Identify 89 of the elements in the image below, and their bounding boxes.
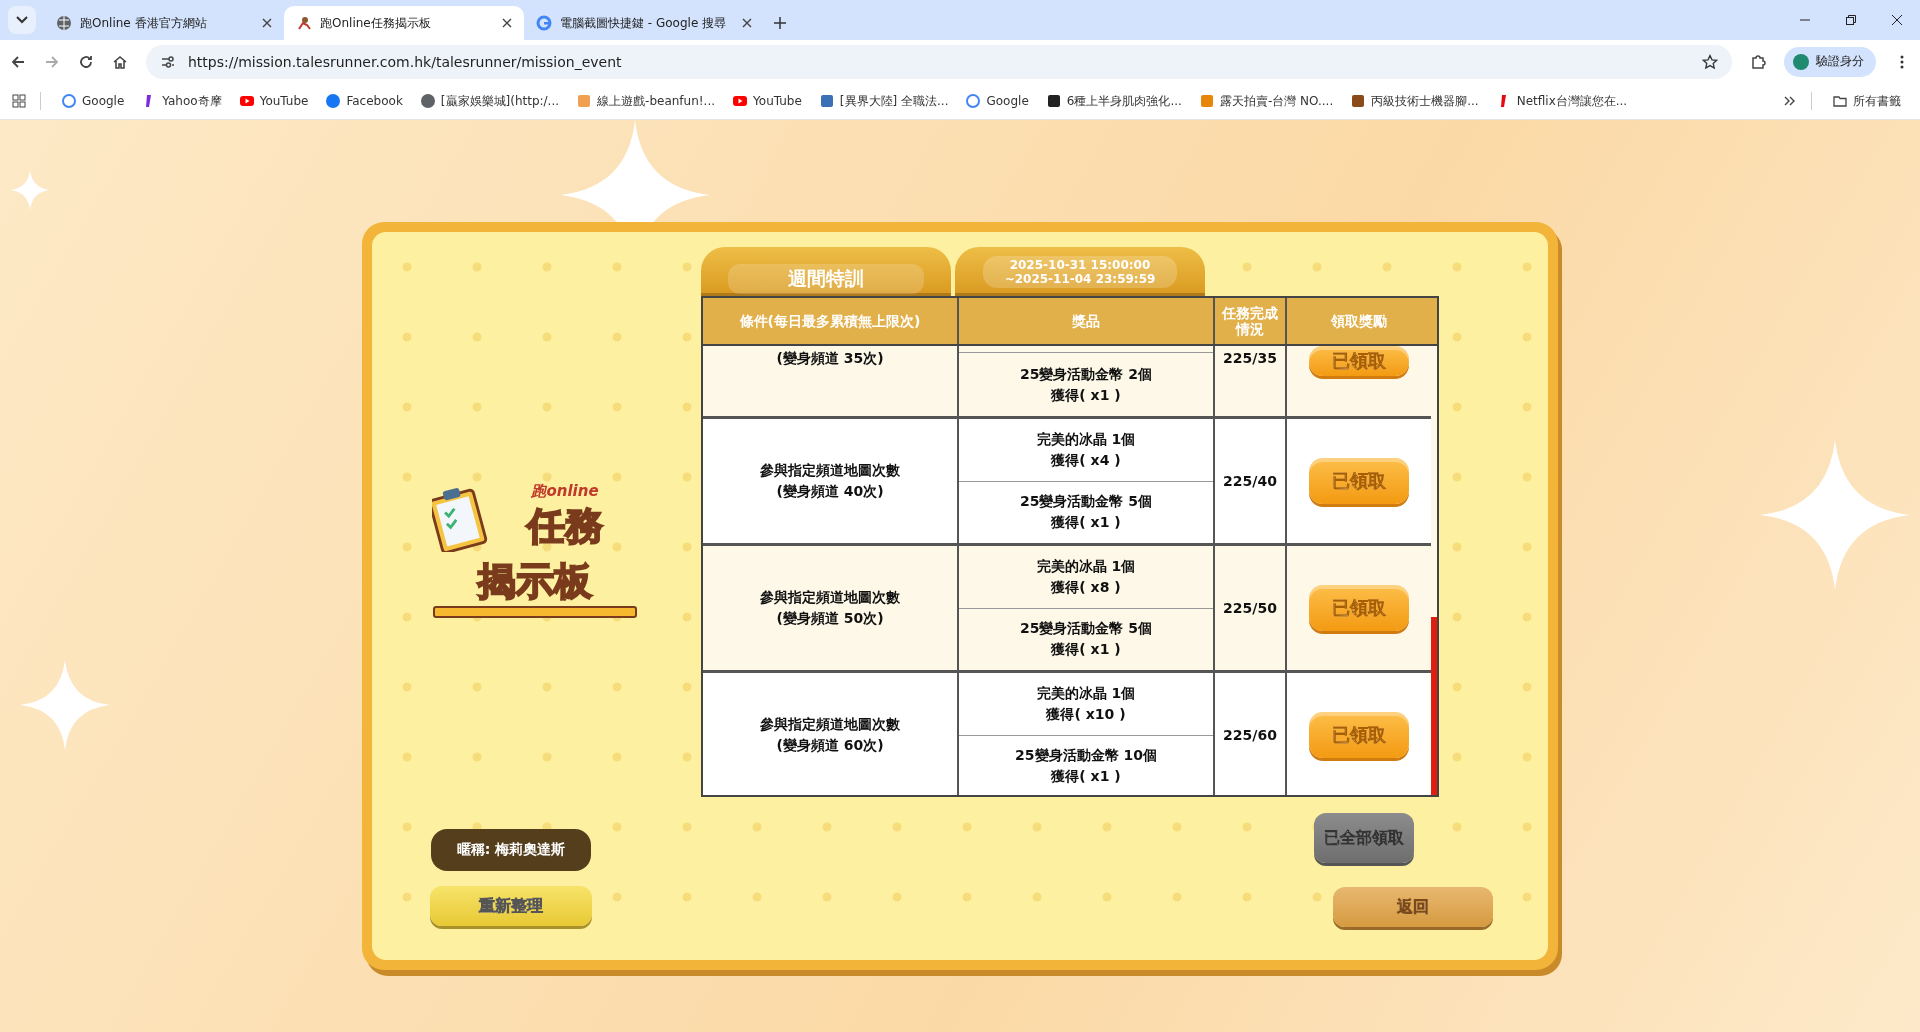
column-header: 任務完成情況 (1215, 298, 1287, 344)
bookmark-link[interactable]: Yahoo奇摩 (135, 92, 229, 110)
prize-text: 獲得( x10 ) (1046, 704, 1126, 724)
column-header: 條件(每日最多累積無上限次) (703, 298, 959, 344)
url-text: https://mission.talesrunner.com.hk/talesrunner/mission_event (188, 53, 622, 70)
home-icon[interactable] (112, 53, 128, 70)
nickname-label: 暱稱: 梅莉奧達斯 (431, 829, 591, 871)
site-settings-icon[interactable] (160, 53, 176, 70)
reload-icon[interactable] (78, 53, 94, 70)
bookmark-link[interactable]: Netflix台灣讓您在... (1489, 92, 1635, 110)
restore-icon[interactable] (1845, 14, 1857, 26)
bookmark-link[interactable]: 露天拍賣-台灣 NO.... (1192, 92, 1341, 110)
table-cell: 參與指定頻道地圖次數 (變身頻道 50次) (703, 546, 959, 670)
prize-text: 完美的冰晶 1個 (1036, 556, 1136, 576)
table-cell: 225/35 (1215, 346, 1287, 416)
prize-text: 完美的冰晶 1個 (1036, 429, 1136, 449)
tab-list-button[interactable] (8, 6, 36, 34)
prize-text: 25變身活動金幣 2個 (1019, 364, 1153, 384)
close-icon[interactable] (742, 18, 752, 28)
refresh-button[interactable]: 重新整理 (430, 886, 592, 926)
prize-text: 獲得( x4 ) (1051, 450, 1121, 470)
new-tab-icon[interactable] (774, 17, 786, 29)
table-cell: 225/60 (1215, 673, 1287, 795)
favicon-icon (1046, 94, 1061, 108)
favicon-icon (819, 94, 834, 108)
favicon-icon (1351, 94, 1366, 108)
logo-brand-text: 跑online (531, 482, 599, 501)
tab-title: 電腦截圖快捷鍵 - Google 搜尋 (560, 14, 728, 32)
column-header: 領取獎勵 (1329, 312, 1388, 331)
extensions-icon[interactable] (1750, 53, 1766, 70)
prize-text: 25變身活動金幣 5個 (1019, 492, 1153, 512)
bookmark-link[interactable]: Facebook (319, 94, 410, 108)
favicon-icon (326, 94, 341, 108)
favicon-icon (966, 94, 981, 108)
chevron-down-icon (16, 16, 28, 24)
prize-text: 獲得( x1 ) (1051, 640, 1121, 660)
all-bookmarks-link[interactable]: 所有書籤 (1826, 92, 1908, 110)
back-icon[interactable] (10, 53, 26, 70)
bookmark-link[interactable]: 丙級技術士機器腳... (1344, 92, 1486, 110)
more-bookmarks-icon[interactable] (1783, 94, 1797, 108)
prize-text: 25變身活動金幣 5個 (1019, 619, 1153, 639)
google-icon (536, 15, 552, 31)
table-cell: 225/50 (1215, 546, 1287, 670)
bookmark-star-icon[interactable] (1702, 53, 1718, 70)
tab-title: 跑Online 香港官方網站 (80, 14, 208, 32)
prize-text: 25變身活動金幣 10個 (1015, 746, 1157, 766)
profile-button[interactable]: 驗證身分 (1784, 46, 1876, 77)
tab-title: 跑Online任務揭示板 (320, 14, 432, 32)
close-icon[interactable] (502, 18, 512, 28)
favicon-icon (577, 94, 592, 108)
logo-title-text: 任務 (527, 505, 603, 547)
bookmark-link[interactable]: YouTube (726, 94, 809, 108)
bookmark-link[interactable]: Google (55, 94, 132, 108)
bookmark-link[interactable]: Google (959, 94, 1036, 108)
browser-tab[interactable]: 跑Online 香港官方網站 (44, 6, 284, 40)
table-cell: 參與指定頻道地圖次數 (變身頻道 60次) (703, 673, 959, 795)
address-bar[interactable]: https://mission.talesrunner.com.hk/talesrunner/mission_event (146, 44, 1732, 79)
prize-text: 獲得( x1 ) (1051, 767, 1121, 787)
close-icon[interactable] (262, 18, 272, 28)
table-cell: (變身頻道 35次) (703, 346, 959, 416)
play-icon (733, 94, 748, 108)
close-icon[interactable] (1891, 14, 1903, 26)
table-cell: 225/40 (1215, 419, 1287, 543)
bookmark-link[interactable]: 6種上半身肌肉強化... (1039, 92, 1189, 110)
browser-tab[interactable]: 電腦截圖快捷鍵 - Google 搜尋 (524, 6, 764, 40)
bookmark-link[interactable]: [贏家娛樂城](http:/... (413, 92, 567, 110)
bookmark-link[interactable]: [異界大陸] 全職法... (812, 92, 956, 110)
back-button[interactable]: 返回 (1333, 887, 1493, 927)
bookmark-link[interactable]: YouTube (232, 94, 316, 108)
browser-tab[interactable]: 跑Online任務揭示板 (284, 6, 524, 40)
favicon-icon (1199, 94, 1214, 108)
runner-icon (296, 15, 312, 31)
sparkle-drawing (10, 170, 50, 210)
play-icon (239, 94, 254, 108)
column-header: 獎品 (959, 298, 1215, 344)
apps-grid-icon[interactable] (12, 94, 26, 108)
logo-title-text: 揭示板 (478, 560, 592, 602)
prize-text: 獲得( x1 ) (1051, 385, 1121, 405)
avatar-icon (1792, 52, 1810, 71)
globe-icon (420, 94, 435, 108)
table-cell: 參與指定頻道地圖次數 (變身頻道 40次) (703, 419, 959, 543)
prize-text: 獲得( x8 ) (1051, 577, 1121, 597)
prize-text: 獲得( x1 ) (1051, 513, 1121, 533)
folder-icon (1833, 94, 1847, 108)
bookmark-link[interactable]: 線上遊戲-beanfun!... (570, 92, 723, 110)
prize-text: 完美的冰晶 1個 (1036, 683, 1136, 703)
favicon-icon (62, 94, 76, 108)
globe-icon (56, 15, 72, 31)
scrollbar-thumb[interactable] (1431, 617, 1437, 795)
